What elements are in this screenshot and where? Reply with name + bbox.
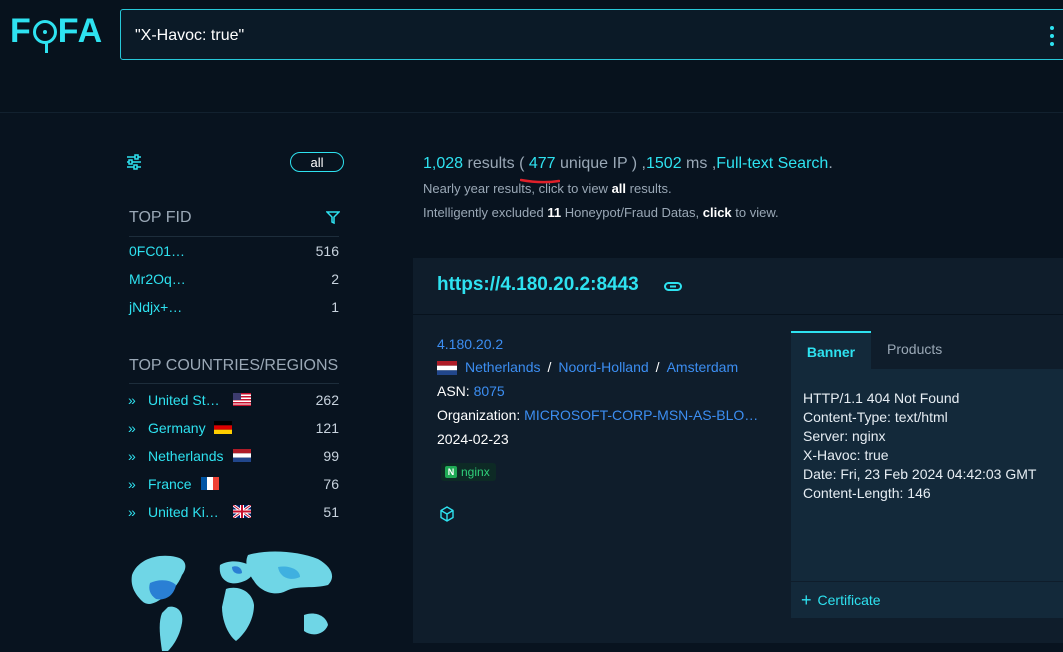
fulltext-search-link[interactable]: Full-text Search [716, 155, 828, 172]
results-count: 1,028 [423, 155, 464, 172]
country-count: 51 [323, 504, 339, 520]
filter-funnel-icon[interactable] [326, 211, 340, 224]
country-item-germany[interactable]: » Germany 121 [128, 418, 339, 438]
nl-flag-icon [233, 449, 251, 462]
search-input[interactable] [133, 22, 1017, 50]
country-label[interactable]: United Ki… [148, 504, 219, 520]
country-label[interactable]: Germany [148, 420, 206, 436]
filter-sliders-icon[interactable] [126, 154, 142, 170]
result-card-header: https://4.180.20.2:8443 [413, 258, 1063, 315]
double-chevron-right-icon: » [128, 504, 136, 520]
fid-label[interactable]: Mr2Oq… [129, 271, 186, 291]
divider [129, 383, 339, 384]
city-link[interactable]: Amsterdam [667, 359, 739, 375]
result-organization: Organization: MICROSOFT-CORP-MSN-AS-BLO… [437, 407, 759, 423]
response-time: 1502 [646, 155, 682, 172]
tab-banner[interactable]: Banner [791, 331, 871, 369]
fofa-logo[interactable]: F FA [10, 12, 103, 53]
result-location: Netherlands / Noord-Holland / Amsterdam [437, 359, 739, 376]
fr-flag-icon [201, 477, 219, 490]
country-count: 76 [323, 476, 339, 492]
honeypot-excluded-note: Intelligently excluded 11 Honeypot/Fraud… [423, 205, 779, 220]
fid-item[interactable]: 0FC01… 516 [129, 243, 339, 263]
fid-label[interactable]: jNdjx+… [129, 299, 182, 319]
all-filter-button[interactable]: all [290, 152, 344, 172]
unique-ip-count[interactable]: 477 [529, 155, 556, 172]
result-card: https://4.180.20.2:8443 4.180.20.2 Nethe… [413, 258, 1063, 643]
country-count: 262 [315, 392, 339, 408]
cube-icon[interactable] [439, 506, 455, 522]
nginx-icon: N [445, 466, 457, 478]
search-box[interactable] [120, 9, 1063, 60]
fid-item[interactable]: jNdjx+… 1 [129, 299, 339, 319]
banner-content: HTTP/1.1 404 Not Found Content-Type: tex… [803, 390, 1037, 501]
banner-panel: Banner Products HTTP/1.1 404 Not Found C… [791, 331, 1063, 618]
logo-text: F [10, 12, 32, 50]
certificate-bar: + Certificate [791, 581, 1063, 619]
top-countries-title: TOP COUNTRIES/REGIONS [129, 357, 339, 374]
country-item-netherlands[interactable]: » Netherlands 99 [128, 446, 339, 466]
results-summary: 1,028 results ( 477 unique IP ) ,1502 ms… [423, 155, 833, 172]
double-chevron-right-icon: » [128, 392, 136, 408]
region-link[interactable]: Noord-Holland [558, 359, 648, 375]
nl-flag-icon [437, 361, 457, 376]
view-all-link[interactable]: all [612, 181, 626, 196]
country-count: 121 [315, 420, 339, 436]
result-ip-link[interactable]: 4.180.20.2 [437, 336, 503, 352]
gb-flag-icon [233, 505, 251, 518]
country-item-united-states[interactable]: » United St… 262 [128, 390, 339, 410]
world-map[interactable] [128, 545, 340, 652]
year-results-note: Nearly year results, click to view all r… [423, 181, 672, 196]
more-menu-icon[interactable] [1050, 26, 1056, 46]
result-asn: ASN: 8075 [437, 383, 505, 399]
result-url-link[interactable]: https://4.180.20.2:8443 [437, 274, 639, 296]
top-bar: F FA [0, 0, 1063, 113]
plus-icon: + [801, 590, 812, 610]
click-to-view-link[interactable]: click [703, 205, 732, 220]
divider [129, 236, 339, 237]
panel-tabs: Banner Products [791, 331, 1063, 369]
excluded-count: 11 [547, 205, 562, 220]
de-flag-icon [214, 421, 232, 434]
country-item-united-kingdom[interactable]: » United Ki… 51 [128, 502, 339, 522]
tab-products[interactable]: Products [887, 331, 942, 369]
certificate-toggle[interactable]: + Certificate [801, 590, 881, 610]
double-chevron-right-icon: » [128, 448, 136, 464]
double-chevron-right-icon: » [128, 476, 136, 492]
fid-item[interactable]: Mr2Oq… 2 [129, 271, 339, 291]
fid-count: 1 [331, 299, 339, 315]
asn-link[interactable]: 8075 [474, 383, 505, 399]
us-flag-icon [233, 393, 251, 406]
country-link[interactable]: Netherlands [465, 359, 541, 375]
fid-count: 516 [315, 243, 339, 259]
country-item-france[interactable]: » France 76 [128, 474, 339, 494]
organization-link[interactable]: MICROSOFT-CORP-MSN-AS-BLO… [524, 407, 758, 423]
nginx-tag[interactable]: N nginx [441, 463, 496, 481]
top-fid-title: TOP FID [129, 209, 192, 226]
country-label[interactable]: France [148, 476, 192, 492]
country-count: 99 [323, 448, 339, 464]
fid-count: 2 [331, 271, 339, 287]
fid-label[interactable]: 0FC01… [129, 243, 185, 263]
logo-o-icon [32, 19, 57, 53]
result-date: 2024-02-23 [437, 431, 509, 447]
link-icon[interactable] [663, 278, 683, 294]
country-label[interactable]: United St… [148, 392, 220, 408]
double-chevron-right-icon: » [128, 420, 136, 436]
country-label[interactable]: Netherlands [148, 448, 224, 464]
